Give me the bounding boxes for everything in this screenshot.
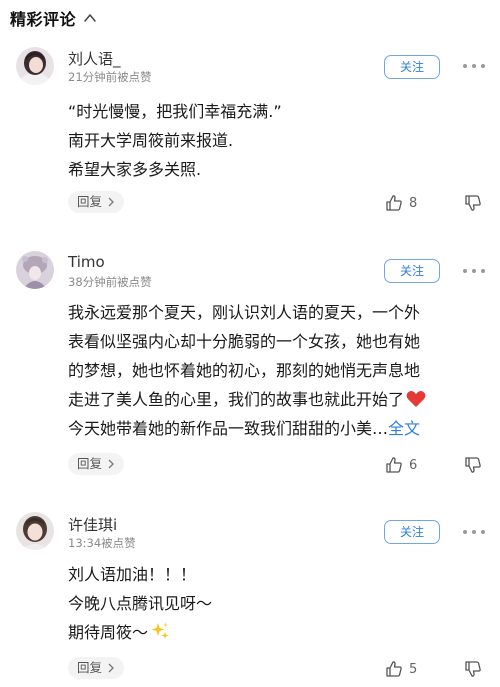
like-button[interactable]: 8 [385,193,417,213]
reply-label: 回复 [77,660,103,675]
avatar[interactable] [16,512,54,550]
thumbs-up-icon [386,661,402,677]
follow-button[interactable]: 关注 [384,259,440,283]
like-button[interactable]: 5 [385,659,417,679]
comment-line-truncated: 今天她带着她的新作品一致我们甜甜的小美…全文 [68,414,478,443]
comment-text: 刘人语加油！！！ 今晚八点腾讯见呀～ 期待周筱～ [68,560,478,647]
comment-line: 的梦想，她也怀着她的初心，那刻的她悄无声息地 [68,361,421,380]
comments-page: 精彩评论 刘人语_ 21分钟前被点赞 关注 “时光慢慢，把我们幸福充满.” 南开… [0,0,500,687]
comment-line: “时光慢慢，把我们幸福充满.” [68,102,282,121]
reply-label: 回复 [77,456,103,471]
comment-text: “时光慢慢，把我们幸福充满.” 南开大学周筱前来报道. 希望大家多多关照. [68,97,478,184]
avatar[interactable] [16,47,54,85]
chevron-right-icon [108,663,114,673]
follow-button[interactable]: 关注 [384,55,440,79]
thumbs-down-icon[interactable] [464,456,482,474]
more-dots-icon[interactable] [462,63,486,69]
like-time: 13:34被点赞 [68,536,136,550]
thumbs-up-icon [386,457,402,473]
like-count: 5 [409,661,418,677]
username[interactable]: 许佳琪i [68,514,117,535]
red-heart-icon [406,390,426,407]
thumbs-down-icon[interactable] [464,194,482,212]
comment-text: 我永远爱那个夏天，刚认识刘人语的夏天，一个外 表看似坚强内心却十分脆弱的一个女孩… [68,298,478,443]
chevron-up-icon[interactable] [83,11,97,25]
like-time: 38分钟前被点赞 [68,275,152,289]
comment-line: 表看似坚强内心却十分脆弱的一个女孩，她也有她 [68,332,421,351]
comment-line: 刘人语加油！！！ [68,565,197,584]
comment-line: 今天她带着她的新作品一致我们甜甜的小美… [68,419,389,438]
chevron-right-icon [108,459,114,469]
comment-line: 今晚八点腾讯见呀～ [68,594,213,613]
avatar[interactable] [16,251,54,289]
chevron-right-icon [108,197,114,207]
comment-line-with-emoji: 期待周筱～ [68,618,478,647]
like-count: 8 [409,195,418,211]
reply-button[interactable]: 回复 [68,657,124,679]
more-dots-icon[interactable] [462,529,486,535]
username[interactable]: Timo [68,253,105,271]
like-count: 6 [409,457,418,473]
reply-label: 回复 [77,194,103,209]
comment-line: 期待周筱～ [68,623,149,642]
thumbs-up-icon [386,195,402,211]
section-header[interactable]: 精彩评论 [10,6,97,30]
comment-line: 希望大家多多关照. [68,160,202,179]
comment-line: 南开大学周筱前来报道. [68,131,234,150]
like-time: 21分钟前被点赞 [68,70,152,84]
more-dots-icon[interactable] [462,268,486,274]
full-text-link[interactable]: 全文 [388,419,420,438]
reply-button[interactable]: 回复 [68,453,124,475]
section-title: 精彩评论 [10,10,77,29]
follow-button[interactable]: 关注 [384,520,440,544]
reply-button[interactable]: 回复 [68,191,124,213]
comment-line: 走进了美人鱼的心里，我们的故事也就此开始了 [68,390,405,409]
username[interactable]: 刘人语_ [68,48,121,69]
comment-line: 我永远爱那个夏天，刚认识刘人语的夏天，一个外 [68,303,421,322]
sparkles-icon [151,622,169,639]
thumbs-down-icon[interactable] [464,660,482,678]
comment-line-with-emoji: 走进了美人鱼的心里，我们的故事也就此开始了 [68,385,478,414]
like-button[interactable]: 6 [385,455,417,475]
